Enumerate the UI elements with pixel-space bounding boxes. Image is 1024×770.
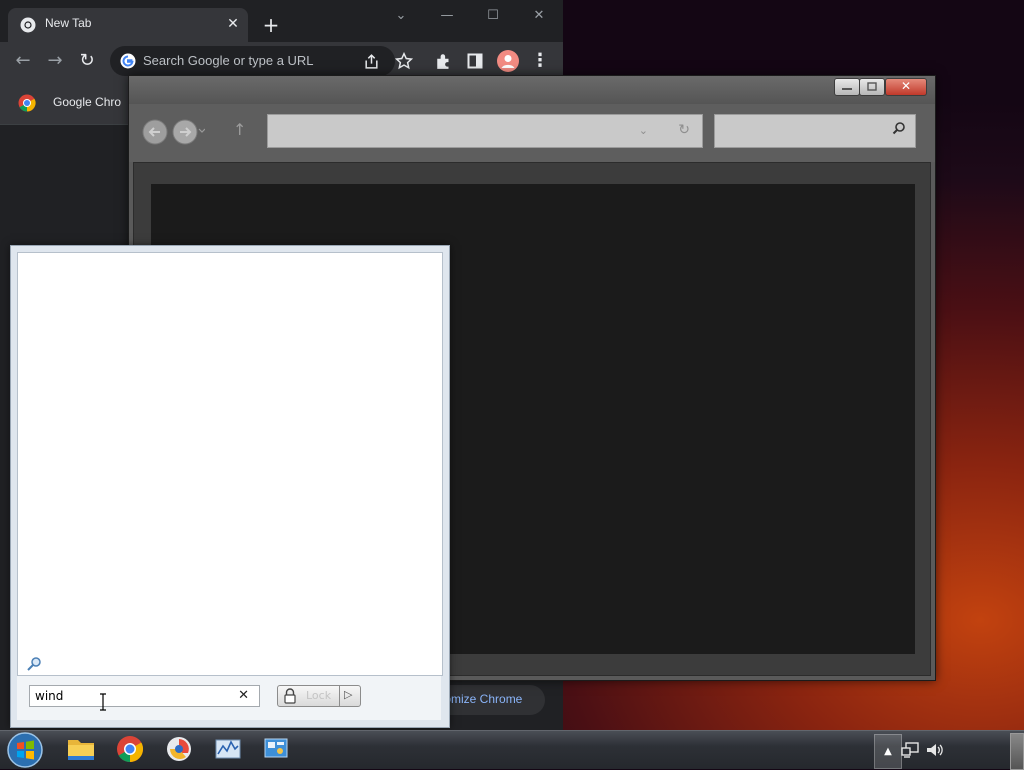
explorer-minimize-button[interactable]	[834, 78, 860, 96]
close-tab-icon[interactable]: ✕	[225, 16, 241, 32]
minimize-button[interactable]: —	[437, 8, 457, 24]
reload-icon[interactable]: ↻	[77, 51, 97, 71]
power-options-arrow-icon[interactable]: ▷	[344, 688, 352, 701]
side-panel-icon[interactable]	[467, 53, 483, 69]
clear-search-icon[interactable]: ✕	[238, 688, 249, 703]
share-icon[interactable]	[363, 53, 380, 70]
network-icon[interactable]	[900, 741, 920, 759]
maximize-icon	[867, 82, 877, 91]
browser-shield-icon[interactable]	[166, 734, 192, 764]
chrome-menu-icon[interactable]: ⋮	[530, 51, 550, 71]
explorer-title-bar[interactable]	[129, 76, 935, 104]
chrome-icon	[20, 17, 36, 33]
show-desktop-button[interactable]	[1010, 733, 1024, 770]
search-icon	[892, 122, 905, 135]
customize-chrome-label: tomize Chrome	[441, 692, 523, 706]
extensions-icon[interactable]	[435, 52, 453, 70]
address-bar[interactable]: ⌄ ↻	[267, 114, 703, 148]
start-menu-results-pane	[17, 252, 443, 676]
lock-button-label: Lock	[306, 689, 332, 702]
show-hidden-icons-button[interactable]: ▲	[874, 734, 902, 769]
forward-arrow-icon[interactable]: →	[45, 51, 65, 71]
google-chrome-taskbar-icon[interactable]	[116, 734, 144, 764]
bookmark-google-chrome[interactable]: Google Chro	[53, 95, 121, 109]
omnibox[interactable]: Search Google or type a URL	[110, 46, 395, 76]
start-menu-bottom-bar: wind ✕ Lock ▷	[17, 676, 441, 720]
search-more-icon[interactable]	[26, 656, 42, 672]
chevron-down-icon[interactable]: ⌄	[639, 124, 648, 137]
tab-strip: New Tab ✕ + ⌄ — ☐ ✕	[0, 0, 563, 42]
maximize-button[interactable]: ☐	[483, 8, 503, 24]
close-window-button[interactable]: ✕	[529, 8, 549, 24]
star-icon[interactable]	[395, 52, 413, 70]
start-menu: wind ✕ Lock ▷	[10, 245, 450, 728]
explorer-maximize-button[interactable]	[859, 78, 885, 96]
tab-new-tab[interactable]: New Tab ✕	[8, 8, 248, 42]
explorer-close-button[interactable]: ✕	[885, 78, 927, 96]
tab-search-icon[interactable]: ⌄	[391, 8, 411, 24]
refresh-icon[interactable]: ↻	[678, 122, 690, 138]
start-search-value: wind	[35, 689, 64, 703]
control-panel-icon[interactable]	[262, 734, 290, 764]
lock-icon	[284, 688, 296, 704]
google-g-icon	[120, 53, 136, 69]
minimize-icon	[842, 88, 852, 90]
tab-title: New Tab	[45, 16, 92, 30]
up-arrow-icon[interactable]: ↑	[233, 120, 246, 139]
resource-monitor-icon[interactable]	[214, 734, 242, 764]
lock-button[interactable]: Lock ▷	[277, 685, 361, 707]
volume-icon[interactable]	[925, 741, 945, 759]
google-chrome-icon	[18, 94, 36, 112]
start-orb-icon[interactable]	[5, 731, 45, 769]
explorer-search-box[interactable]	[714, 114, 916, 148]
start-search-input[interactable]: wind ✕	[29, 685, 260, 707]
back-arrow-icon[interactable]: ←	[13, 51, 33, 71]
new-tab-button[interactable]: +	[262, 15, 280, 35]
lock-button-divider	[339, 686, 340, 706]
file-explorer-icon[interactable]	[66, 734, 96, 764]
explorer-nav-bar: ↑ ⌄ ↻	[129, 104, 935, 162]
text-cursor-icon	[100, 693, 106, 711]
profile-avatar-icon[interactable]	[497, 50, 519, 72]
omnibox-placeholder: Search Google or type a URL	[143, 53, 314, 68]
taskbar: ▲	[0, 730, 1024, 770]
back-forward-icon[interactable]	[141, 118, 205, 146]
